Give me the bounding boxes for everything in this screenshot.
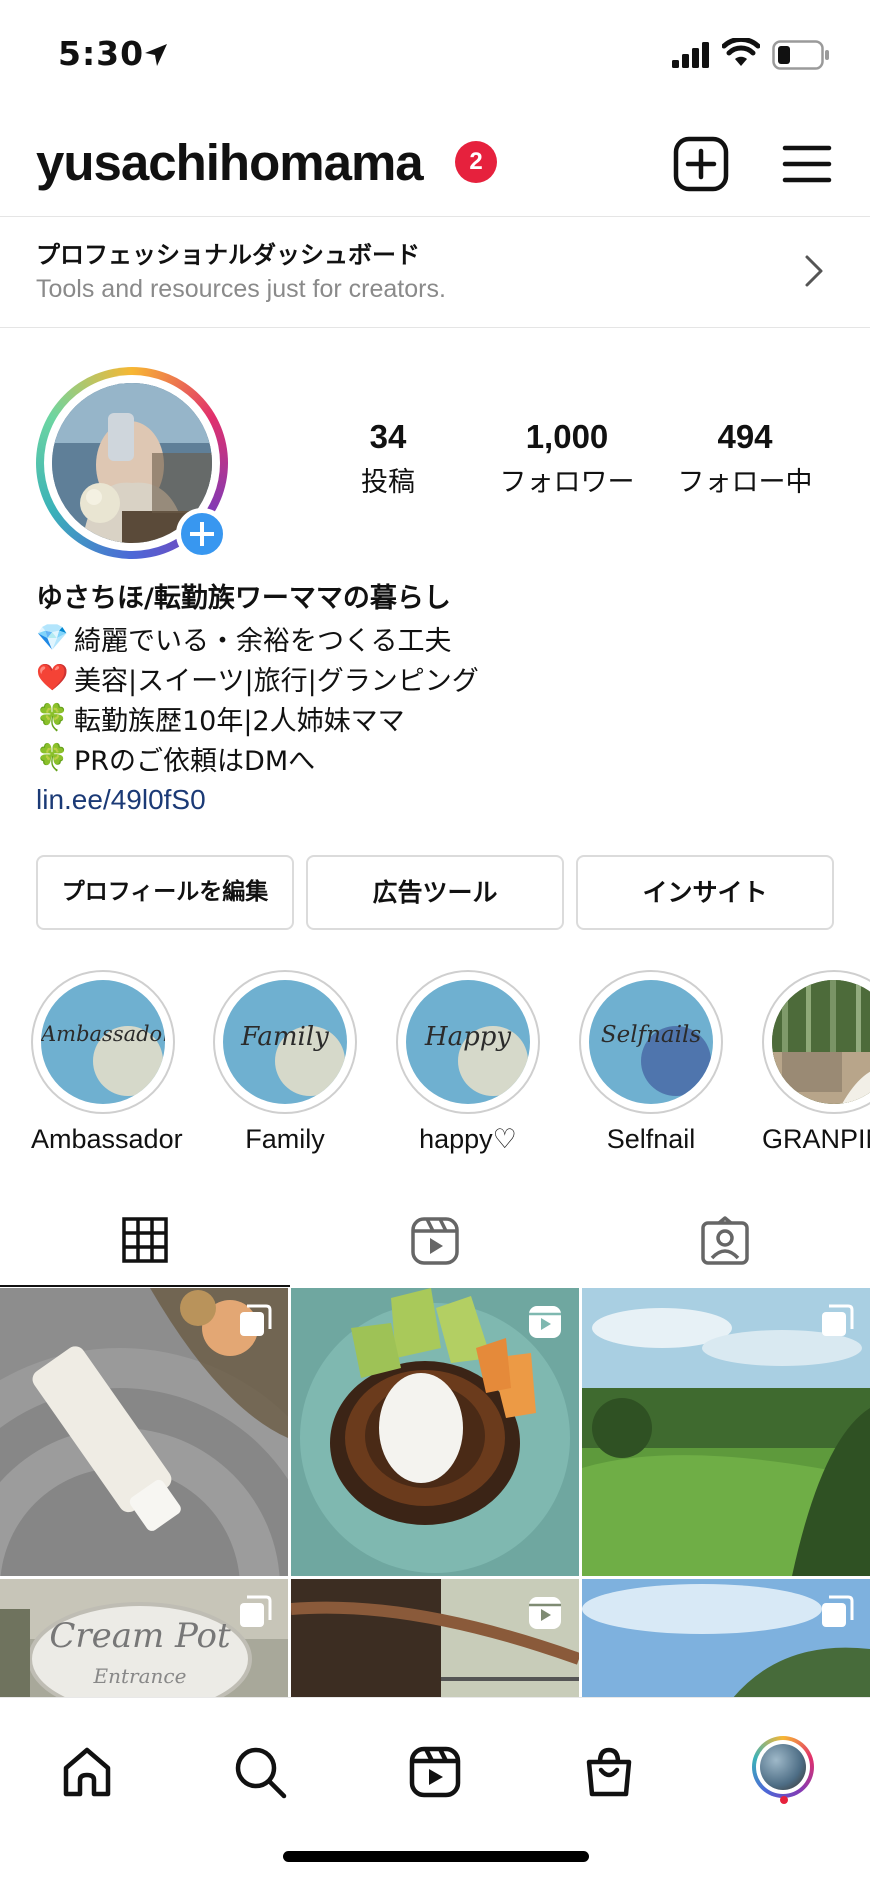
tab-grid[interactable] (0, 1195, 290, 1287)
stat-followers[interactable]: 1,000 フォロワー (490, 418, 644, 499)
bio-line: 🍀 PRのご依頼はDMへ (36, 738, 836, 778)
bio-text: 転勤族歴10年|2人姉妹ママ (74, 705, 405, 737)
post-grid: Cream Pot Entrance (0, 1288, 870, 1698)
grid-icon (122, 1217, 168, 1263)
highlight-selfnail[interactable]: Selfnails Selfnail (579, 970, 723, 1155)
tab-tagged[interactable] (580, 1195, 870, 1287)
dashboard-subtitle: Tools and resources just for creators. (36, 275, 446, 303)
followers-count: 1,000 (525, 418, 609, 455)
post-thumbnail[interactable] (291, 1579, 579, 1698)
clover-emoji-icon: 🍀 (36, 703, 69, 733)
carousel-icon (822, 1304, 854, 1336)
clover-emoji-icon: 🍀 (36, 743, 69, 773)
tagged-icon (701, 1216, 749, 1265)
profile-bio: ゆさちほ/転勤族ワーママの暮らし 💎 綺麗でいる・余裕をつくる工夫 ❤️ 美容|… (36, 576, 836, 822)
highlight-family[interactable]: Family Family (213, 970, 357, 1155)
highlight-happy[interactable]: Happy happy♡ (396, 970, 540, 1155)
profile-activity-dot (780, 1796, 788, 1804)
bio-line: 💎 綺麗でいる・余裕をつくる工夫 (36, 618, 836, 658)
highlight-cover (772, 980, 870, 1104)
highlight-cover-text: Selfnails (600, 1022, 702, 1048)
add-story-button[interactable] (176, 508, 228, 560)
bio-text: PRのご依頼はDMへ (74, 745, 316, 777)
posts-label: 投稿 (361, 467, 415, 498)
insights-button[interactable]: インサイト (576, 855, 834, 930)
highlight-cover: Selfnails (589, 980, 713, 1104)
highlight-label: Family (245, 1124, 325, 1154)
wifi-icon (722, 38, 760, 66)
highlight-cover: Happy (406, 980, 530, 1104)
location-arrow-icon (145, 44, 167, 66)
following-label: フォロー中 (677, 467, 813, 498)
post-thumbnail[interactable] (291, 1288, 579, 1576)
tab-reels[interactable] (290, 1195, 580, 1287)
followers-label: フォロワー (499, 467, 635, 498)
highlight-label: Ambassador (31, 1124, 183, 1154)
status-time: 5:30 (58, 34, 145, 73)
professional-dashboard-row[interactable]: プロフェッショナルダッシュボード Tools and resources jus… (0, 216, 870, 328)
stat-following[interactable]: 494 フォロー中 (668, 418, 822, 499)
dashboard-title: プロフェッショナルダッシュボード (36, 241, 420, 269)
highlight-label: GRANPING (762, 1124, 870, 1154)
forest-photo (772, 980, 870, 1104)
profile-header: yusachihomama 2 (0, 125, 870, 215)
highlight-granping[interactable]: GRANPING (762, 970, 870, 1155)
following-count: 494 (717, 418, 773, 455)
add-post-icon[interactable] (672, 135, 730, 193)
battery-icon (772, 40, 829, 70)
signal-icon (672, 42, 709, 68)
highlight-label: Selfnail (606, 1124, 696, 1154)
reels-icon (411, 1217, 459, 1265)
highlight-cover: Family (223, 980, 347, 1104)
menu-icon[interactable] (782, 139, 832, 189)
display-name: ゆさちほ/転勤族ワーママの暮らし (36, 583, 451, 614)
bio-line: 🍀 転勤族歴10年|2人姉妹ママ (36, 698, 836, 738)
highlight-cover: Ambassador (41, 980, 165, 1104)
post-thumbnail[interactable] (582, 1579, 870, 1698)
post-thumbnail[interactable] (0, 1288, 288, 1576)
highlight-cover-text: Family (241, 1022, 329, 1052)
highlight-cover-text: Happy (424, 1022, 512, 1052)
avatar (760, 1744, 806, 1790)
home-indicator (283, 1851, 589, 1862)
carousel-icon (240, 1304, 272, 1336)
search-icon[interactable] (234, 1746, 288, 1800)
status-bar: 5:30 (0, 0, 870, 110)
ad-tools-button[interactable]: 広告ツール (306, 855, 564, 930)
bio-text: 美容|スイーツ|旅行|グランピング (74, 665, 479, 697)
carousel-icon (240, 1595, 272, 1627)
post-thumbnail[interactable]: Cream Pot Entrance (0, 1579, 288, 1698)
reels-nav-icon[interactable] (409, 1746, 461, 1798)
bio-text: 綺麗でいる・余裕をつくる工夫 (74, 625, 452, 657)
chevron-right-icon (805, 255, 823, 287)
post-thumbnail[interactable] (582, 1288, 870, 1576)
highlight-cover-text: Ambassador (41, 1022, 165, 1046)
shop-icon[interactable] (583, 1746, 635, 1798)
bio-link[interactable]: lin.ee/49l0fS0 (36, 778, 836, 822)
stat-posts[interactable]: 34 投稿 (343, 418, 433, 499)
bio-line: ❤️ 美容|スイーツ|旅行|グランピング (36, 658, 836, 698)
edit-profile-button[interactable]: プロフィールを編集 (36, 855, 294, 930)
diamond-emoji-icon: 💎 (36, 623, 69, 653)
home-icon[interactable] (61, 1746, 113, 1798)
highlight-label: happy♡ (419, 1124, 517, 1154)
carousel-icon (822, 1595, 854, 1627)
svg-text:Entrance: Entrance (93, 1664, 187, 1688)
svg-text:Cream Pot: Cream Pot (49, 1616, 231, 1656)
heart-emoji-icon: ❤️ (36, 663, 69, 693)
posts-count: 34 (369, 418, 407, 455)
profile-tabs (0, 1195, 870, 1287)
username-title[interactable]: yusachihomama (36, 133, 424, 192)
profile-nav-avatar[interactable] (752, 1736, 814, 1798)
reel-badge-icon (529, 1306, 561, 1338)
highlight-ambassador[interactable]: Ambassador Ambassador (31, 970, 183, 1155)
reel-badge-icon (529, 1597, 561, 1629)
notification-badge[interactable]: 2 (455, 141, 497, 183)
